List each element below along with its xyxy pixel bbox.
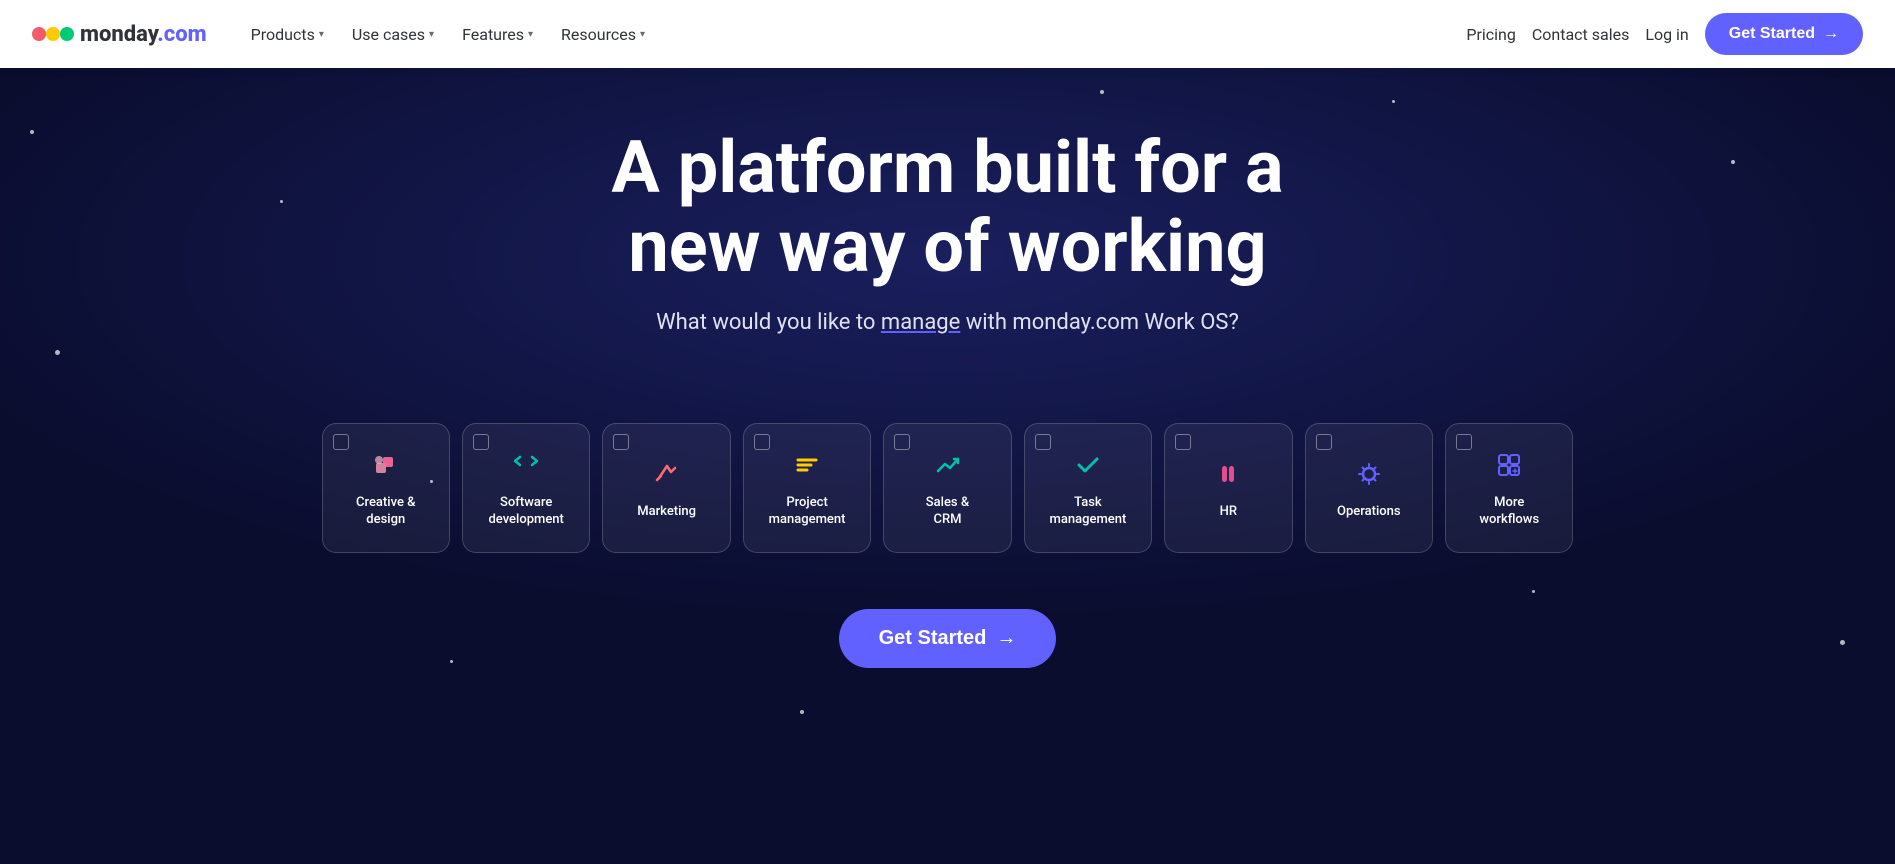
star-decoration — [30, 130, 34, 134]
nav-cta-arrow-icon: → — [1823, 25, 1839, 43]
star-decoration — [1731, 160, 1735, 164]
logo[interactable]: monday.com — [32, 20, 207, 48]
use-cases-chevron-icon: ▾ — [429, 29, 434, 40]
hero-get-started-button[interactable]: Get Started → — [839, 609, 1057, 668]
products-chevron-icon: ▾ — [319, 29, 324, 40]
resources-chevron-icon: ▾ — [640, 29, 645, 40]
star-decoration — [800, 710, 804, 714]
card-label-project: Projectmanagement — [769, 495, 846, 529]
nav-resources[interactable]: Resources ▾ — [549, 17, 657, 52]
navbar: monday.com Products ▾ Use cases ▾ Featur… — [0, 0, 1895, 68]
card-label-sales: Sales &CRM — [926, 495, 969, 529]
star-decoration — [280, 200, 283, 203]
hero-cta-container: Get Started → — [839, 609, 1057, 668]
star-decoration — [450, 660, 453, 663]
sales-crm-icon — [930, 447, 966, 483]
workflow-card-more[interactable]: Moreworkflows — [1445, 423, 1573, 553]
hero-content: A platform built for a new way of workin… — [591, 68, 1303, 423]
card-checkbox — [1316, 434, 1332, 450]
features-chevron-icon: ▾ — [528, 29, 533, 40]
card-checkbox — [333, 434, 349, 450]
workflow-card-project[interactable]: Projectmanagement — [743, 423, 871, 553]
card-label-operations: Operations — [1337, 504, 1401, 521]
hero-section: A platform built for a new way of workin… — [0, 0, 1895, 864]
card-label-hr: HR — [1220, 504, 1237, 521]
task-mgmt-icon — [1070, 447, 1106, 483]
star-decoration — [1840, 640, 1845, 645]
card-label-creative: Creative &design — [356, 495, 415, 529]
workflow-cards-container: Creative &design Softwaredevelopment — [298, 423, 1598, 553]
workflow-card-hr[interactable]: HR — [1164, 423, 1292, 553]
nav-right: Pricing Contact sales Log in Get Started… — [1466, 13, 1863, 55]
card-checkbox — [613, 434, 629, 450]
card-checkbox — [1456, 434, 1472, 450]
nav-left: monday.com Products ▾ Use cases ▾ Featur… — [32, 17, 657, 52]
card-label-software: Softwaredevelopment — [488, 495, 563, 529]
workflow-card-sales[interactable]: Sales &CRM — [883, 423, 1011, 553]
software-dev-icon — [508, 447, 544, 483]
hero-title: A platform built for a new way of workin… — [611, 128, 1283, 286]
hr-icon — [1210, 456, 1246, 492]
operations-icon — [1351, 456, 1387, 492]
project-mgmt-icon — [789, 447, 825, 483]
nav-login[interactable]: Log in — [1645, 25, 1688, 44]
more-workflows-icon — [1491, 447, 1527, 483]
nav-contact-sales[interactable]: Contact sales — [1532, 25, 1629, 44]
card-label-marketing: Marketing — [637, 504, 696, 521]
star-decoration — [1392, 100, 1395, 103]
hero-subtitle: What would you like to manage with monda… — [656, 310, 1239, 335]
card-checkbox — [473, 434, 489, 450]
card-checkbox — [1175, 434, 1191, 450]
nav-pricing[interactable]: Pricing — [1466, 25, 1516, 44]
workflow-card-operations[interactable]: Operations — [1305, 423, 1433, 553]
card-label-more: Moreworkflows — [1479, 495, 1539, 529]
card-checkbox — [754, 434, 770, 450]
star-decoration — [1532, 590, 1535, 593]
card-checkbox — [1035, 434, 1051, 450]
nav-use-cases[interactable]: Use cases ▾ — [340, 17, 446, 52]
logo-icon — [32, 20, 74, 48]
star-decoration — [55, 350, 60, 355]
nav-products[interactable]: Products ▾ — [239, 17, 336, 52]
nav-links: Products ▾ Use cases ▾ Features ▾ Resour… — [239, 17, 657, 52]
creative-design-icon — [368, 447, 404, 483]
hero-cta-arrow-icon: → — [996, 627, 1016, 650]
workflow-card-creative[interactable]: Creative &design — [322, 423, 450, 553]
workflow-card-task[interactable]: Taskmanagement — [1024, 423, 1152, 553]
workflow-card-software[interactable]: Softwaredevelopment — [462, 423, 590, 553]
card-label-task: Taskmanagement — [1050, 495, 1127, 529]
card-checkbox — [894, 434, 910, 450]
logo-text: monday.com — [80, 22, 207, 47]
nav-get-started-button[interactable]: Get Started → — [1705, 13, 1863, 55]
nav-features[interactable]: Features ▾ — [450, 17, 545, 52]
workflow-card-marketing[interactable]: Marketing — [602, 423, 730, 553]
marketing-icon — [649, 456, 685, 492]
